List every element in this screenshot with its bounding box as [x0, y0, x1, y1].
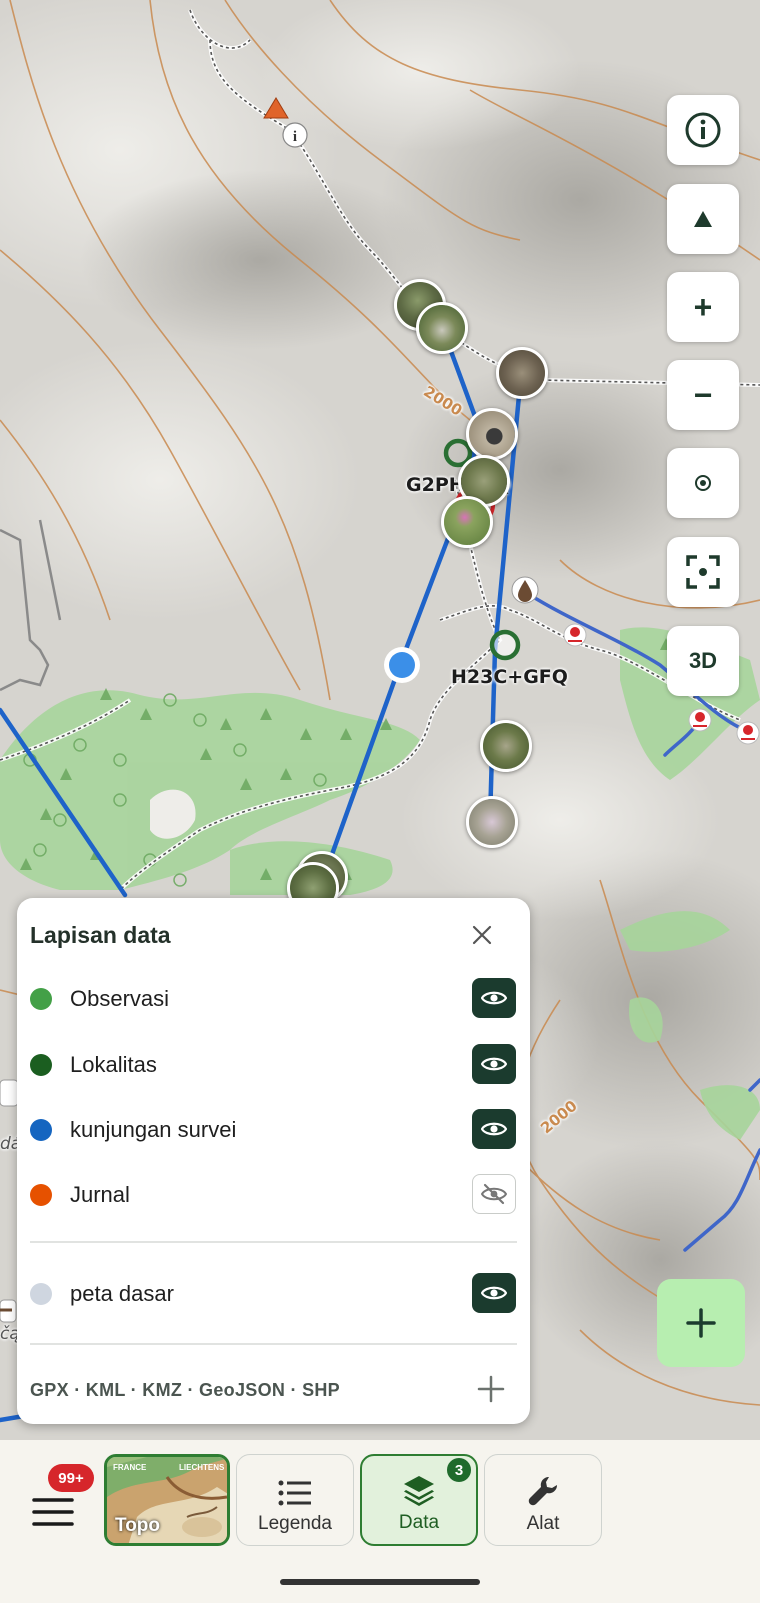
layer-row-observasi[interactable]: Observasi	[17, 969, 530, 1029]
north-arrow-icon	[694, 211, 712, 227]
3d-button[interactable]: 3D	[667, 626, 739, 696]
eye-icon	[481, 1122, 507, 1136]
import-formats-text: GPX · KML · KMZ · GeoJSON · SHP	[30, 1380, 340, 1400]
visibility-toggle[interactable]	[472, 1174, 516, 1214]
layer-name: Jurnal	[70, 1182, 130, 1207]
zoom-in-button[interactable]: +	[667, 272, 739, 342]
layer-name: Lokalitas	[70, 1052, 157, 1077]
observation-photo[interactable]	[496, 347, 548, 399]
legend-tab[interactable]: Legenda	[236, 1454, 354, 1546]
visibility-toggle[interactable]	[472, 1044, 516, 1084]
bottom-navigation: 99+ FRANCE LIECHTENS Topo Legenda Data 3…	[0, 1440, 760, 1603]
eye-icon	[481, 1057, 507, 1071]
data-layers-panel: Lapisan data Observasi Lokalitas kunjung…	[17, 898, 530, 1424]
divider	[30, 1241, 517, 1243]
zoom-out-label: −	[693, 376, 713, 413]
layer-color-dot	[30, 988, 52, 1010]
layer-name: peta dasar	[70, 1281, 174, 1306]
notification-badge: 99+	[48, 1464, 94, 1492]
divider	[30, 1343, 517, 1345]
target-icon	[695, 475, 711, 491]
menu-button[interactable]	[28, 1487, 78, 1533]
panel-title: Lapisan data	[30, 922, 171, 948]
focus-frame-icon	[686, 555, 720, 589]
layer-row-peta-dasar[interactable]: peta dasar	[17, 1264, 530, 1324]
3d-label: 3D	[688, 648, 718, 673]
legend-label: Legenda	[258, 1513, 332, 1534]
close-button[interactable]	[467, 920, 497, 950]
topo-thumb-text: FRANCE	[113, 1463, 147, 1472]
layer-row-lokalitas[interactable]: Lokalitas	[17, 1035, 530, 1095]
observation-photo[interactable]	[416, 302, 468, 354]
layer-color-dot	[30, 1184, 52, 1206]
layer-name: kunjungan survei	[70, 1117, 237, 1142]
compass-button[interactable]	[667, 184, 739, 254]
info-icon	[685, 112, 721, 148]
layer-row-jurnal[interactable]: Jurnal	[17, 1165, 530, 1225]
locate-button[interactable]	[667, 448, 739, 518]
observation-photo[interactable]	[480, 720, 532, 772]
add-button[interactable]	[657, 1279, 745, 1367]
visibility-toggle[interactable]	[472, 1109, 516, 1149]
layer-color-dot	[30, 1119, 52, 1141]
plus-icon	[686, 1308, 716, 1338]
import-file-button[interactable]	[473, 1371, 509, 1407]
layer-color-dot	[30, 1283, 52, 1305]
plus-icon	[477, 1375, 505, 1403]
observation-photo[interactable]	[466, 408, 518, 460]
list-icon	[278, 1480, 311, 1506]
layers-icon	[404, 1476, 434, 1506]
topo-label: Topo	[115, 1515, 161, 1536]
topo-thumb-text: LIECHTENS	[179, 1463, 225, 1472]
layer-color-dot	[30, 1054, 52, 1076]
focus-button[interactable]	[667, 537, 739, 607]
close-icon	[472, 925, 492, 945]
hamburger-icon	[32, 1498, 74, 1526]
tools-tab[interactable]: Alat	[484, 1454, 602, 1546]
eye-icon	[481, 991, 507, 1005]
info-button[interactable]	[667, 95, 739, 165]
zoom-in-label: +	[693, 288, 713, 325]
svg-text:i: i	[293, 129, 297, 145]
eye-icon	[481, 1286, 507, 1300]
visibility-toggle[interactable]	[472, 1273, 516, 1313]
plus-code-label[interactable]: H23C+GFQ	[451, 666, 568, 688]
wrench-icon	[528, 1476, 558, 1506]
basemap-topo-tab[interactable]: FRANCE LIECHTENS Topo	[104, 1454, 230, 1546]
observation-photo[interactable]	[466, 796, 518, 848]
home-indicator[interactable]	[280, 1579, 480, 1585]
observation-photo[interactable]	[441, 496, 493, 548]
layer-name: Observasi	[70, 986, 170, 1011]
visibility-toggle[interactable]	[472, 978, 516, 1018]
data-label: Data	[398, 1512, 440, 1533]
data-count-badge: 3	[445, 1456, 473, 1484]
zoom-out-button[interactable]: −	[667, 360, 739, 430]
tools-label: Alat	[526, 1513, 560, 1534]
layer-row-kunjungan-survei[interactable]: kunjungan survei	[17, 1100, 530, 1160]
eye-off-icon	[481, 1183, 507, 1205]
